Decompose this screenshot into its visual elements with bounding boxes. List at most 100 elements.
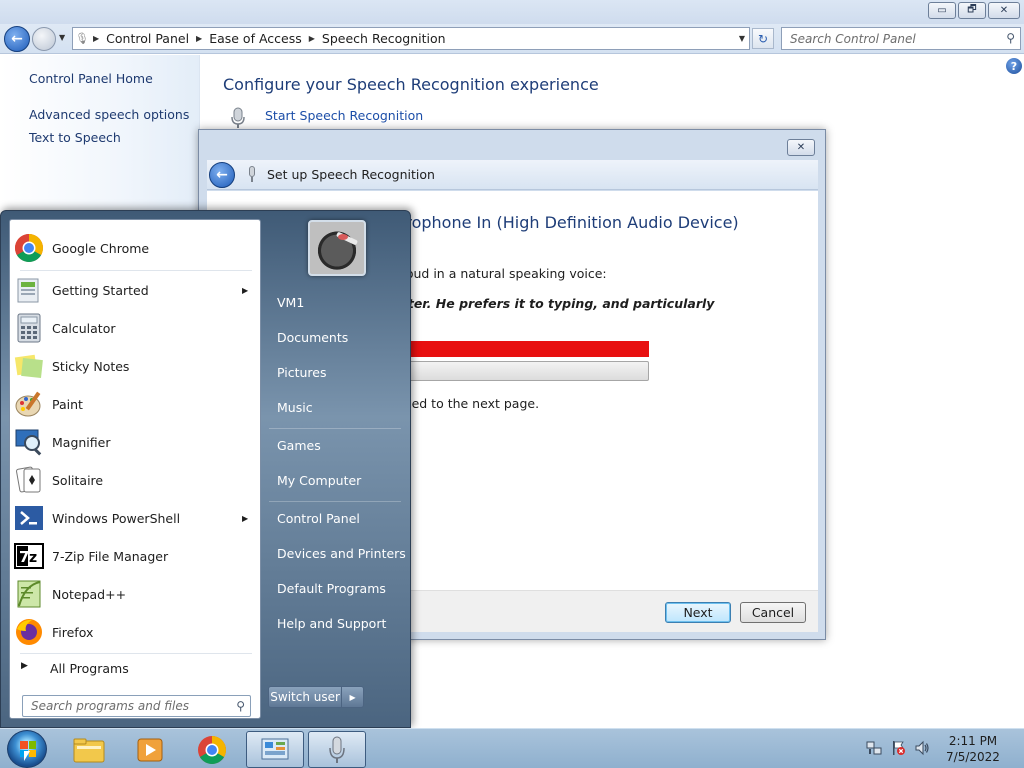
program-item-solitaire[interactable]: Solitaire (10, 463, 260, 497)
triangle-right-icon: ▶ (21, 661, 28, 671)
program-item-notepadpp[interactable]: Notepad++ (10, 577, 260, 611)
search-icon[interactable]: ⚲ (236, 699, 245, 713)
dialog-title: Set up Speech Recognition (267, 167, 435, 182)
user-avatar[interactable] (308, 220, 366, 276)
mouse-cursor-icon (24, 751, 30, 761)
cancel-button[interactable]: Cancel (740, 602, 806, 623)
program-item-google-chrome[interactable]: Google Chrome (10, 231, 260, 265)
dialog-header: ← Set up Speech Recognition (207, 160, 818, 190)
clock-date: 7/5/2022 (946, 750, 1000, 764)
program-label: Google Chrome (52, 240, 150, 256)
program-label: Calculator (52, 320, 116, 336)
divider (269, 428, 401, 429)
start-right-item-pictures[interactable]: Pictures (277, 365, 327, 380)
sidebar-item-text-to-speech[interactable]: Text to Speech (29, 130, 121, 145)
program-item-7zip-file-manager[interactable]: 7z 7-Zip File Manager (10, 539, 260, 573)
switch-user-button[interactable]: Switch user ▶ (268, 686, 364, 708)
start-button[interactable] (7, 730, 47, 768)
back-arrow-icon: ← (216, 167, 228, 183)
address-dropdown-icon[interactable]: ▼ (739, 34, 745, 43)
program-item-getting-started[interactable]: Getting Started ▶ (10, 273, 260, 307)
refresh-button[interactable]: ↻ (752, 28, 774, 49)
program-item-firefox[interactable]: Firefox (10, 615, 260, 649)
chrome-icon (198, 735, 226, 764)
program-item-sticky-notes[interactable]: Sticky Notes (10, 349, 260, 383)
program-item-paint[interactable]: Paint (10, 387, 260, 421)
program-label: 7-Zip File Manager (52, 548, 169, 564)
paint-icon (13, 388, 45, 420)
start-search-input[interactable]: Search programs and files ⚲ (22, 695, 251, 717)
switch-user-label: Switch user (269, 687, 343, 707)
breadcrumb-speech-recognition[interactable]: Speech Recognition (317, 31, 451, 46)
program-label: Paint (52, 396, 83, 412)
maximize-button[interactable]: 🗗 (958, 2, 986, 19)
taskbar-explorer-button[interactable] (60, 731, 118, 768)
start-right-item-control-panel[interactable]: Control Panel (277, 511, 360, 526)
7zip-icon: 7z (13, 540, 45, 572)
dialog-back-button[interactable]: ← (209, 162, 235, 188)
next-button[interactable]: Next (665, 602, 731, 623)
control-panel-icon: 🎙 (75, 32, 89, 45)
firefox-icon (13, 616, 45, 648)
notepadpp-icon (13, 578, 45, 610)
start-right-item-games[interactable]: Games (277, 438, 321, 453)
program-item-calculator[interactable]: Calculator (10, 311, 260, 345)
getting-started-icon (13, 274, 45, 306)
all-programs-label: All Programs (50, 661, 129, 676)
divider (20, 653, 252, 654)
help-icon[interactable]: ? (1006, 58, 1022, 74)
refresh-icon: ↻ (757, 31, 769, 46)
folder-icon (73, 738, 105, 762)
start-right-item-vm1[interactable]: VM1 (277, 295, 304, 310)
all-programs-button[interactable]: ▶ All Programs (10, 657, 260, 681)
speaker-icon[interactable] (914, 740, 930, 756)
program-item-windows-powershell[interactable]: Windows PowerShell ▶ (10, 501, 260, 535)
sidebar-item-control-panel-home[interactable]: Control Panel Home (29, 71, 153, 86)
close-button[interactable]: ✕ (988, 2, 1020, 19)
taskbar-clock[interactable]: 2:11 PM 7/5/2022 (938, 733, 1008, 765)
start-right-item-default-programs[interactable]: Default Programs (277, 581, 386, 596)
program-label: Solitaire (52, 472, 104, 488)
start-right-item-devices-and-printers[interactable]: Devices and Printers (277, 546, 406, 561)
solitaire-icon (13, 464, 45, 496)
program-label: Firefox (52, 624, 94, 640)
network-icon[interactable] (866, 740, 882, 756)
microphone-icon (249, 166, 255, 182)
program-item-magnifier[interactable]: Magnifier (10, 425, 260, 459)
start-right-item-my-computer[interactable]: My Computer (277, 473, 361, 488)
taskbar-media-player-button[interactable] (121, 731, 179, 768)
triangle-right-icon[interactable]: ▶ (342, 687, 363, 707)
chevron-right-icon[interactable]: ▶ (194, 34, 204, 43)
divider (20, 270, 252, 271)
start-right-item-music[interactable]: Music (277, 400, 313, 415)
media-player-icon (137, 738, 163, 761)
start-right-item-documents[interactable]: Documents (277, 330, 348, 345)
taskbar-control-panel-button[interactable] (246, 731, 304, 768)
address-row: ← ▼ 🎙 ▶ Control Panel ▶ Ease of Access ▶… (0, 24, 1024, 54)
program-label: Magnifier (52, 434, 111, 450)
start-speech-recognition-link[interactable]: Start Speech Recognition (265, 108, 423, 123)
dialog-close-button[interactable]: ✕ (787, 139, 815, 156)
chevron-right-icon[interactable]: ▶ (91, 34, 101, 43)
microphone-icon (231, 107, 245, 128)
forward-button[interactable] (32, 27, 56, 51)
search-icon[interactable]: ⚲ (1006, 31, 1015, 45)
minimize-button[interactable]: ▭ (928, 2, 956, 19)
page-title: Configure your Speech Recognition experi… (223, 75, 599, 94)
breadcrumb-ease-of-access[interactable]: Ease of Access (204, 31, 307, 46)
taskbar-speech-recognition-button[interactable] (308, 731, 366, 768)
breadcrumb-control-panel[interactable]: Control Panel (101, 31, 194, 46)
action-center-flag-icon[interactable] (890, 740, 906, 756)
sticky-notes-icon (13, 350, 45, 382)
search-input[interactable]: Search Control Panel ⚲ (781, 27, 1021, 50)
back-button[interactable]: ← (4, 26, 30, 52)
address-bar[interactable]: 🎙 ▶ Control Panel ▶ Ease of Access ▶ Spe… (72, 27, 750, 50)
submenu-arrow-icon: ▶ (242, 285, 249, 295)
program-label: Windows PowerShell (52, 510, 181, 526)
control-panel-icon (261, 738, 289, 759)
taskbar-chrome-button[interactable] (183, 731, 241, 768)
chevron-right-icon[interactable]: ▶ (307, 34, 317, 43)
sidebar-item-advanced-speech-options[interactable]: Advanced speech options (29, 107, 189, 122)
recent-pages-dropdown-icon[interactable]: ▼ (59, 33, 65, 42)
start-right-item-help-and-support[interactable]: Help and Support (277, 616, 386, 631)
